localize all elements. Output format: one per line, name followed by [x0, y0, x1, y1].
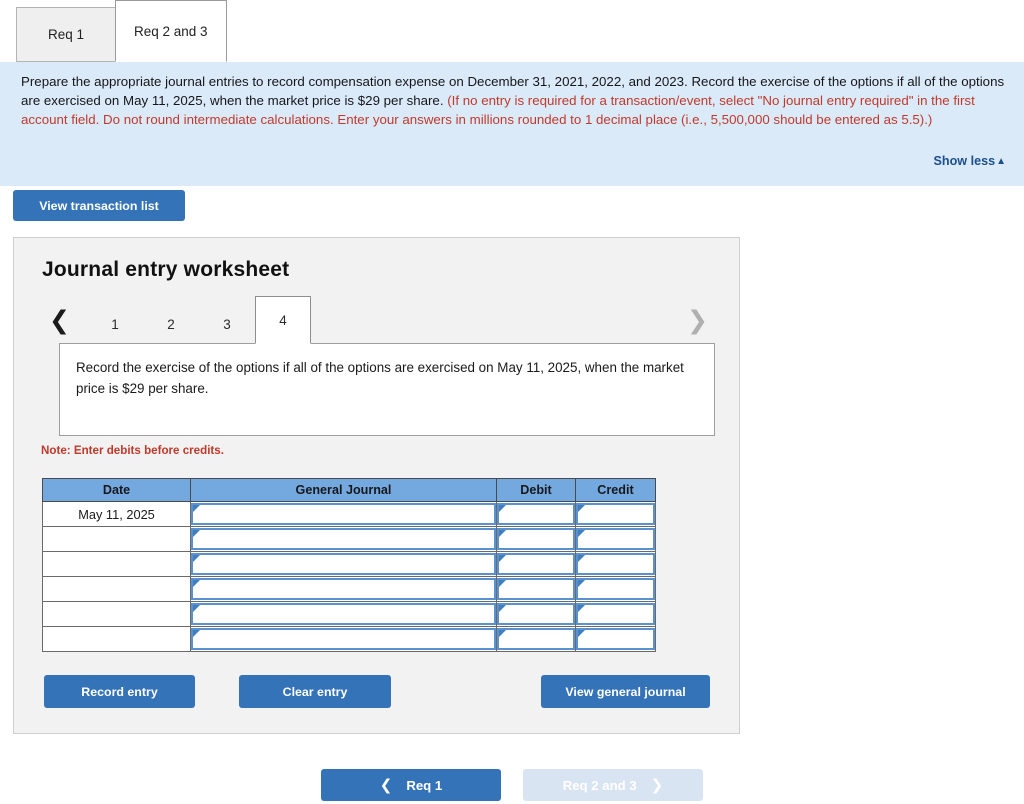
table-row	[42, 551, 656, 577]
journal-entry-table: Date General Journal Debit Credit May 11…	[42, 478, 656, 652]
table-row	[42, 526, 656, 552]
table-row	[42, 576, 656, 602]
debit-input-3[interactable]	[497, 553, 575, 575]
record-entry-button[interactable]: Record entry	[44, 675, 195, 708]
worksheet-page-tab-2[interactable]: 2	[143, 304, 199, 344]
general-journal-input-6[interactable]	[191, 628, 496, 650]
cell-debit-1[interactable]	[496, 501, 576, 527]
cell-date-5	[42, 601, 191, 627]
journal-entry-worksheet-panel: Journal entry worksheet ❮ 1 2 3 4 ❯ Reco…	[13, 237, 740, 734]
cell-date-4	[42, 576, 191, 602]
cell-general-journal-1[interactable]	[190, 501, 497, 527]
debit-input-2[interactable]	[497, 528, 575, 550]
debits-before-credits-note: Note: Enter debits before credits.	[41, 444, 224, 457]
table-row	[42, 626, 656, 652]
cell-general-journal-3[interactable]	[190, 551, 497, 577]
cell-general-journal-4[interactable]	[190, 576, 497, 602]
view-transaction-list-button[interactable]: View transaction list	[13, 190, 185, 221]
nav-next-label: Req 2 and 3	[562, 777, 637, 793]
cell-credit-3[interactable]	[575, 551, 656, 577]
instruction-text: Prepare the appropriate journal entries …	[21, 72, 1006, 130]
view-transaction-list-label: View transaction list	[39, 198, 159, 213]
column-header-debit: Debit	[496, 478, 576, 502]
cell-credit-1[interactable]	[575, 501, 656, 527]
chevron-left-icon: ❮	[379, 776, 393, 794]
tab-req-1-label: Req 1	[47, 27, 85, 42]
cell-credit-2[interactable]	[575, 526, 656, 552]
worksheet-page-tab-4-label: 4	[279, 312, 287, 328]
clear-entry-button[interactable]: Clear entry	[239, 675, 391, 708]
worksheet-page-tab-1-label: 1	[111, 317, 119, 332]
view-general-journal-label: View general journal	[565, 684, 686, 699]
worksheet-page-tabs: 1 2 3 4	[87, 296, 311, 344]
general-journal-input-5[interactable]	[191, 603, 496, 625]
show-less-link[interactable]: Show less▲	[934, 154, 1007, 168]
cell-general-journal-6[interactable]	[190, 626, 497, 652]
tab-req-2-and-3[interactable]: Req 2 and 3	[115, 0, 227, 62]
cell-credit-4[interactable]	[575, 576, 656, 602]
credit-input-1[interactable]	[576, 503, 655, 525]
table-row: May 11, 2025	[42, 501, 656, 527]
cell-date-1: May 11, 2025	[42, 501, 191, 527]
instruction-banner: Prepare the appropriate journal entries …	[0, 62, 1024, 186]
bottom-navigation: ❮ Req 1 Req 2 and 3 ❯	[0, 769, 1024, 801]
cell-debit-5[interactable]	[496, 601, 576, 627]
show-less-label: Show less	[933, 154, 996, 168]
credit-input-3[interactable]	[576, 553, 655, 575]
nav-prev-req-1-button[interactable]: ❮ Req 1	[321, 769, 501, 801]
worksheet-description-text: Record the exercise of the options if al…	[76, 360, 684, 396]
column-header-date: Date	[42, 478, 191, 502]
cell-general-journal-5[interactable]	[190, 601, 497, 627]
nav-prev-label: Req 1	[406, 777, 443, 793]
worksheet-page-tab-3[interactable]: 3	[199, 304, 255, 344]
chevron-right-icon[interactable]: ❯	[687, 308, 708, 333]
general-journal-input-1[interactable]	[191, 503, 496, 525]
journal-table-header-row: Date General Journal Debit Credit	[42, 478, 656, 502]
worksheet-title: Journal entry worksheet	[42, 258, 290, 281]
general-journal-input-3[interactable]	[191, 553, 496, 575]
cell-debit-2[interactable]	[496, 526, 576, 552]
credit-input-2[interactable]	[576, 528, 655, 550]
cell-debit-3[interactable]	[496, 551, 576, 577]
credit-input-5[interactable]	[576, 603, 655, 625]
cell-credit-5[interactable]	[575, 601, 656, 627]
debit-input-5[interactable]	[497, 603, 575, 625]
cell-credit-6[interactable]	[575, 626, 656, 652]
nav-next-req-2-and-3-button: Req 2 and 3 ❯	[523, 769, 703, 801]
clear-entry-label: Clear entry	[282, 684, 348, 699]
cell-date-3	[42, 551, 191, 577]
credit-input-4[interactable]	[576, 578, 655, 600]
debit-input-6[interactable]	[497, 628, 575, 650]
general-journal-input-4[interactable]	[191, 578, 496, 600]
debit-input-1[interactable]	[497, 503, 575, 525]
cell-general-journal-2[interactable]	[190, 526, 497, 552]
chevron-right-icon: ❯	[650, 776, 664, 794]
cell-debit-6[interactable]	[496, 626, 576, 652]
debit-input-4[interactable]	[497, 578, 575, 600]
cell-date-2	[42, 526, 191, 552]
column-header-credit: Credit	[575, 478, 656, 502]
requirement-tabs: Req 1 Req 2 and 3	[0, 0, 1024, 62]
table-row	[42, 601, 656, 627]
tab-req-1[interactable]: Req 1	[16, 7, 116, 62]
tab-req-2-and-3-label: Req 2 and 3	[134, 23, 208, 39]
triangle-up-icon: ▲	[996, 156, 1006, 167]
worksheet-page-tab-1[interactable]: 1	[87, 304, 143, 344]
chevron-left-icon[interactable]: ❮	[49, 308, 70, 333]
credit-input-6[interactable]	[576, 628, 655, 650]
worksheet-pager: ❮ 1 2 3 4 ❯	[39, 296, 716, 344]
worksheet-page-tab-3-label: 3	[223, 317, 231, 332]
worksheet-page-tab-4[interactable]: 4	[255, 296, 311, 344]
cell-debit-4[interactable]	[496, 576, 576, 602]
view-general-journal-button[interactable]: View general journal	[541, 675, 710, 708]
general-journal-input-2[interactable]	[191, 528, 496, 550]
column-header-general-journal: General Journal	[190, 478, 497, 502]
worksheet-description-box: Record the exercise of the options if al…	[59, 343, 715, 436]
worksheet-page-tab-2-label: 2	[167, 317, 175, 332]
cell-date-6	[42, 626, 191, 652]
record-entry-label: Record entry	[81, 684, 158, 699]
